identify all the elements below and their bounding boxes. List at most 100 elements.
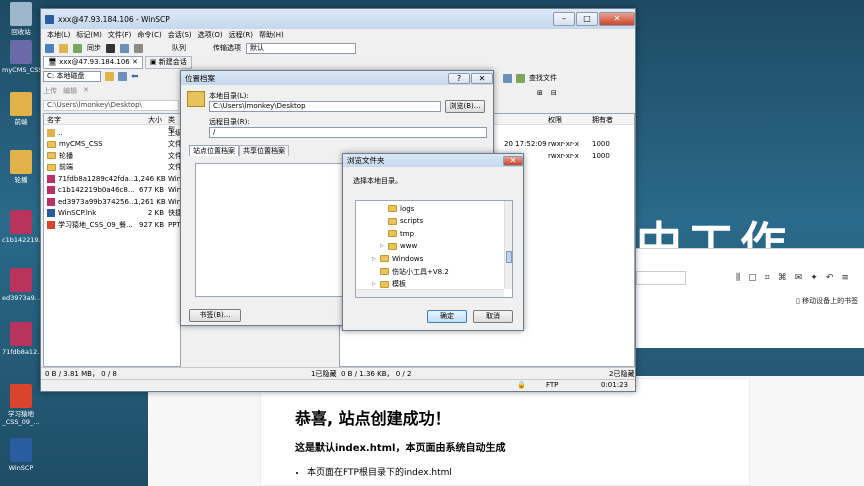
refresh-icon[interactable] bbox=[516, 73, 525, 83]
back-icon[interactable]: ↶ bbox=[826, 273, 834, 283]
tree-horizontal-scrollbar[interactable] bbox=[356, 289, 504, 297]
desktop-icon[interactable]: 轮播 bbox=[2, 150, 40, 184]
maximize-button[interactable]: □ bbox=[576, 12, 598, 26]
menu-item[interactable]: 本地(L) bbox=[47, 30, 70, 40]
remove-icon[interactable]: ⊟ bbox=[551, 89, 557, 97]
tab-site-profile[interactable]: 站点位置档案 bbox=[189, 145, 239, 156]
expand-arrow-icon[interactable]: ▷ bbox=[380, 243, 388, 249]
settings-icon[interactable] bbox=[134, 43, 143, 53]
minimize-button[interactable]: – bbox=[553, 12, 575, 26]
folder-icon[interactable] bbox=[105, 72, 114, 81]
reader-icon[interactable]: ▢ bbox=[748, 273, 757, 283]
address-bar[interactable] bbox=[636, 271, 686, 285]
tab-session[interactable]: 🖥 xxx@47.93.184.106 ✕ bbox=[43, 56, 143, 69]
menu-item[interactable]: 命令(C) bbox=[137, 30, 161, 40]
queue-button[interactable]: 队列 bbox=[172, 43, 186, 53]
open-icon[interactable] bbox=[59, 43, 68, 53]
tree-vertical-scrollbar[interactable] bbox=[504, 201, 512, 289]
tab-new-session[interactable]: ▣ 新建会话 bbox=[144, 56, 192, 69]
library-icon[interactable]: ⫼ bbox=[736, 273, 740, 283]
local-file-row[interactable]: 前端 文件 bbox=[44, 162, 182, 173]
tree-item[interactable]: tmp bbox=[380, 228, 414, 239]
crop-icon[interactable]: ⌘ bbox=[778, 273, 787, 283]
local-dir-input[interactable]: C:\Users\lmonkey\Desktop bbox=[209, 101, 441, 112]
help-button[interactable]: ? bbox=[448, 72, 470, 84]
profile-list[interactable] bbox=[195, 163, 343, 297]
local-file-row[interactable]: c1b142219b0a46c8... 677 KB Win bbox=[44, 185, 181, 196]
desktop-icon[interactable]: 学习猿地_CSS_09_... bbox=[2, 384, 40, 426]
sync-icon[interactable] bbox=[73, 43, 82, 53]
terminal-icon[interactable] bbox=[106, 43, 115, 53]
browse-close-button[interactable]: ✕ bbox=[503, 155, 523, 166]
desktop-icon[interactable]: 回收站 bbox=[2, 2, 40, 36]
tree-item[interactable]: ▷ Windows bbox=[372, 253, 423, 264]
ok-button[interactable]: 确定 bbox=[427, 310, 467, 323]
back-arrow-icon[interactable]: ⬅ bbox=[131, 72, 139, 82]
col-owner[interactable]: 拥有者 bbox=[592, 115, 613, 125]
local-file-row[interactable]: 71fdb8a1289c42fda... 1,246 KB Win bbox=[44, 173, 181, 184]
menu-item[interactable]: 远程(R) bbox=[229, 30, 253, 40]
expand-arrow-icon[interactable]: ▷ bbox=[372, 281, 380, 287]
new-icon[interactable] bbox=[45, 43, 54, 53]
desktop-icon[interactable]: WinSCP bbox=[2, 438, 40, 472]
desktop-icon-label: c1b142219... bbox=[2, 236, 45, 244]
menu-icon[interactable]: ≡ bbox=[841, 273, 849, 283]
delete-icon[interactable]: ✕ bbox=[83, 86, 89, 96]
desktop-icon-image bbox=[10, 384, 32, 408]
tab-shared-profile[interactable]: 共享位置档案 bbox=[239, 145, 289, 156]
remote-dir-label: 远程目录(R): bbox=[209, 118, 250, 126]
transfer-select[interactable]: 默认 bbox=[246, 42, 356, 54]
tree-item[interactable]: ▷ 模板 bbox=[372, 279, 406, 290]
screenshot-icon[interactable]: ⌗ bbox=[765, 273, 770, 283]
local-file-row[interactable]: ed3973a99b374256... 1,261 KB Win bbox=[44, 196, 181, 207]
add-icon[interactable]: ⊞ bbox=[537, 89, 543, 97]
rar-icon bbox=[47, 186, 55, 194]
browse-button[interactable]: 浏览(B)... bbox=[445, 100, 485, 113]
menu-item[interactable]: 帮助(H) bbox=[259, 30, 284, 40]
col-name[interactable]: 名字 bbox=[47, 115, 61, 125]
tree-scroll-thumb[interactable] bbox=[506, 251, 512, 263]
find-files-button[interactable]: 查找文件 bbox=[529, 73, 557, 83]
local-file-row[interactable]: myCMS_CSS 文件 bbox=[44, 139, 182, 150]
chat-icon[interactable]: ✉ bbox=[795, 273, 803, 283]
tree-item[interactable]: logs bbox=[380, 203, 414, 214]
dialog-close-button[interactable]: ✕ bbox=[471, 72, 493, 84]
compare-icon[interactable] bbox=[120, 43, 129, 53]
col-size[interactable]: 大小 bbox=[148, 115, 162, 125]
mobile-bookmarks[interactable]: ▯ 移动设备上的书签 bbox=[796, 296, 858, 306]
tree-item[interactable]: ▷ www bbox=[380, 241, 417, 252]
extension-icon[interactable]: ✦ bbox=[810, 273, 818, 283]
menu-item[interactable]: 会话(S) bbox=[168, 30, 192, 40]
remote-dir-input[interactable]: / bbox=[209, 127, 487, 138]
sync-button[interactable]: 同步 bbox=[87, 43, 101, 53]
menu-item[interactable]: 标记(M) bbox=[76, 30, 102, 40]
file-size: 1,246 KB bbox=[134, 174, 166, 183]
desktop-icon[interactable]: ed3973a9... bbox=[2, 268, 41, 302]
col-permissions[interactable]: 权限 bbox=[548, 115, 562, 125]
edit-button[interactable]: 编辑 bbox=[63, 86, 77, 96]
home-icon[interactable] bbox=[503, 73, 512, 83]
bookmark-button[interactable]: 书签(B)... bbox=[189, 309, 241, 322]
close-button[interactable]: ✕ bbox=[599, 12, 635, 26]
file-size: 1,261 KB bbox=[134, 197, 166, 206]
tree-item[interactable]: scripts bbox=[380, 216, 423, 227]
menu-item[interactable]: 文件(F) bbox=[108, 30, 132, 40]
filter-icon[interactable] bbox=[118, 72, 127, 81]
desktop-icon[interactable]: 前端 bbox=[2, 92, 40, 126]
desktop-icon[interactable]: 71fdb8a12... bbox=[2, 322, 43, 356]
local-path[interactable]: C:\Users\lmonkey\Desktop\ bbox=[43, 100, 179, 111]
cancel-button[interactable]: 取消 bbox=[473, 310, 513, 323]
drive-select[interactable]: C: 本地磁盘 bbox=[43, 71, 101, 82]
local-file-row[interactable]: 轮播 文件 bbox=[44, 150, 182, 161]
desktop-icon[interactable]: myCMS_CSS bbox=[2, 40, 43, 74]
expand-arrow-icon[interactable]: ▷ bbox=[372, 256, 380, 262]
desktop-icon[interactable]: c1b142219... bbox=[2, 210, 45, 244]
local-header: 名字 大小 类型 bbox=[44, 114, 180, 134]
preferences-icon[interactable] bbox=[385, 44, 394, 53]
upload-button[interactable]: 上传 bbox=[43, 86, 57, 96]
local-file-row[interactable]: WinSCP.lnk 2 KB 快捷 bbox=[44, 208, 182, 219]
menu-item[interactable]: 选项(O) bbox=[198, 30, 223, 40]
local-file-row[interactable]: 学习猿地_CSS_09_餐... 927 KB PPT bbox=[44, 219, 181, 230]
local-file-row[interactable]: .. 上级 bbox=[44, 127, 182, 138]
tree-item[interactable]: 伤站小工具+V8.2 bbox=[372, 266, 449, 277]
